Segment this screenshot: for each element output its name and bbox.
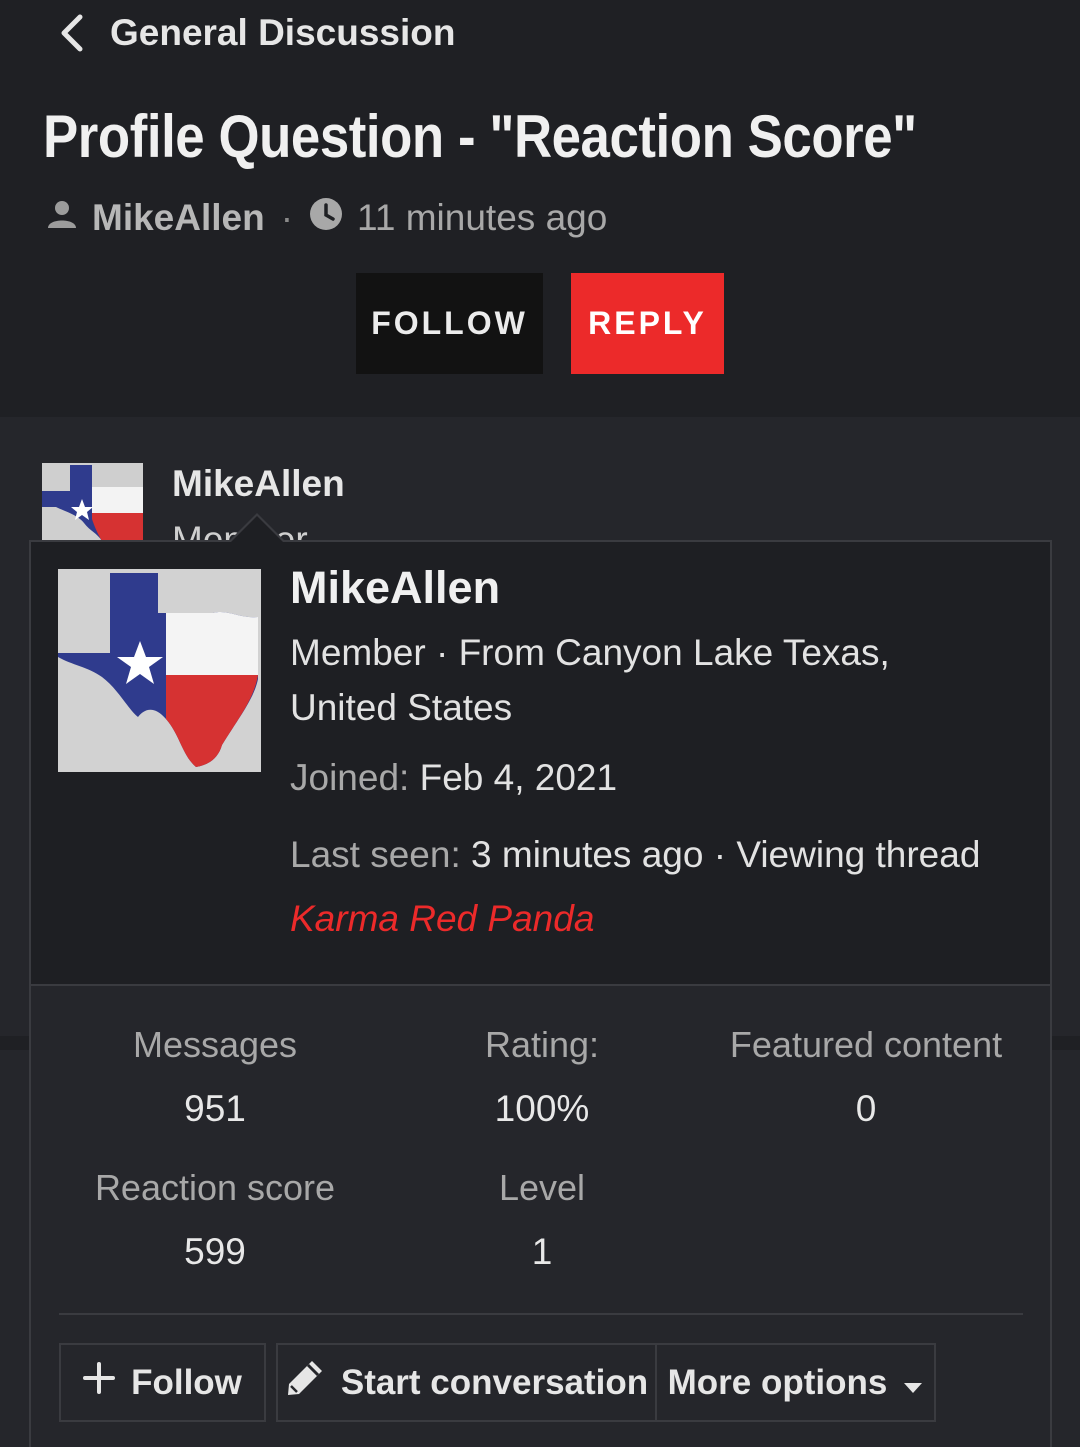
- follow-member-button[interactable]: Follow: [59, 1343, 266, 1422]
- member-avatar[interactable]: [58, 569, 261, 772]
- stat-value[interactable]: 599: [50, 1231, 380, 1273]
- member-tooltip: MikeAllen Member · From Canyon Lake Texa…: [29, 540, 1052, 1447]
- member-info-line2: United States: [290, 687, 513, 728]
- stat-messages: Messages 951: [50, 1024, 380, 1130]
- member-info-line1: Member · From Canyon Lake Texas,: [290, 632, 890, 673]
- popup-arrow-fill: [231, 516, 283, 542]
- stat-label: Reaction score: [94, 1167, 336, 1208]
- stat-value[interactable]: 0: [701, 1088, 1031, 1130]
- thread-header: General Discussion Profile Question - "R…: [0, 0, 1080, 417]
- more-options-dropdown[interactable]: More options: [655, 1343, 936, 1422]
- stat-rating: Rating: 100%: [377, 1024, 707, 1130]
- joined-value: Feb 4, 2021: [419, 757, 618, 798]
- joined-label: Joined:: [290, 757, 410, 798]
- stat-label: Level: [498, 1167, 586, 1208]
- more-options-label: More options: [667, 1362, 888, 1402]
- member-username[interactable]: MikeAllen: [290, 562, 500, 614]
- post-avatar[interactable]: [42, 463, 143, 541]
- stat-reaction-score: Reaction score 599: [50, 1167, 380, 1273]
- reply-button[interactable]: REPLY: [571, 273, 724, 374]
- stat-value[interactable]: 951: [50, 1088, 380, 1130]
- stat-value: 100%: [494, 1088, 590, 1129]
- start-conversation-button[interactable]: Start conversation: [276, 1343, 657, 1422]
- stat-value: 1: [531, 1231, 553, 1272]
- breadcrumb-label[interactable]: General Discussion: [110, 12, 455, 54]
- separator-dot: ·: [280, 197, 294, 238]
- member-joined: Joined: Feb 4, 2021: [290, 757, 617, 799]
- last-seen-value: 3 minutes ago · Viewing thread: [471, 834, 981, 875]
- thread-meta: MikeAllen · 11 minutes ago: [46, 194, 607, 242]
- stat-level: Level 1: [377, 1167, 707, 1273]
- thread-time[interactable]: 11 minutes ago: [357, 197, 607, 239]
- thread-author-link[interactable]: MikeAllen: [92, 197, 265, 239]
- follow-thread-button[interactable]: FOLLOW: [356, 273, 543, 374]
- post-username[interactable]: MikeAllen: [172, 463, 345, 505]
- start-conversation-label: Start conversation: [340, 1362, 649, 1402]
- page-title: Profile Question - "Reaction Score": [43, 103, 917, 170]
- stat-label: Messages: [132, 1024, 298, 1065]
- chevron-left-icon[interactable]: [58, 13, 88, 53]
- user-icon: [46, 197, 78, 239]
- member-last-seen: Last seen: 3 minutes ago · Viewing threa…: [290, 834, 980, 876]
- member-karma-title: Karma Red Panda: [290, 898, 595, 939]
- stat-featured-content: Featured content 0: [701, 1024, 1031, 1130]
- plus-icon: [83, 1362, 116, 1403]
- last-seen-label: Last seen:: [290, 834, 461, 875]
- caret-down-icon: [903, 1363, 923, 1403]
- pencil-icon: [285, 1358, 325, 1407]
- breadcrumb[interactable]: General Discussion: [58, 10, 455, 56]
- clock-icon: [309, 197, 343, 240]
- actions-divider: [59, 1313, 1023, 1315]
- follow-member-label: Follow: [131, 1362, 242, 1402]
- stat-label: Rating:: [484, 1024, 600, 1065]
- member-tooltip-header: MikeAllen Member · From Canyon Lake Texa…: [31, 542, 1050, 986]
- stat-label: Featured content: [729, 1024, 1003, 1065]
